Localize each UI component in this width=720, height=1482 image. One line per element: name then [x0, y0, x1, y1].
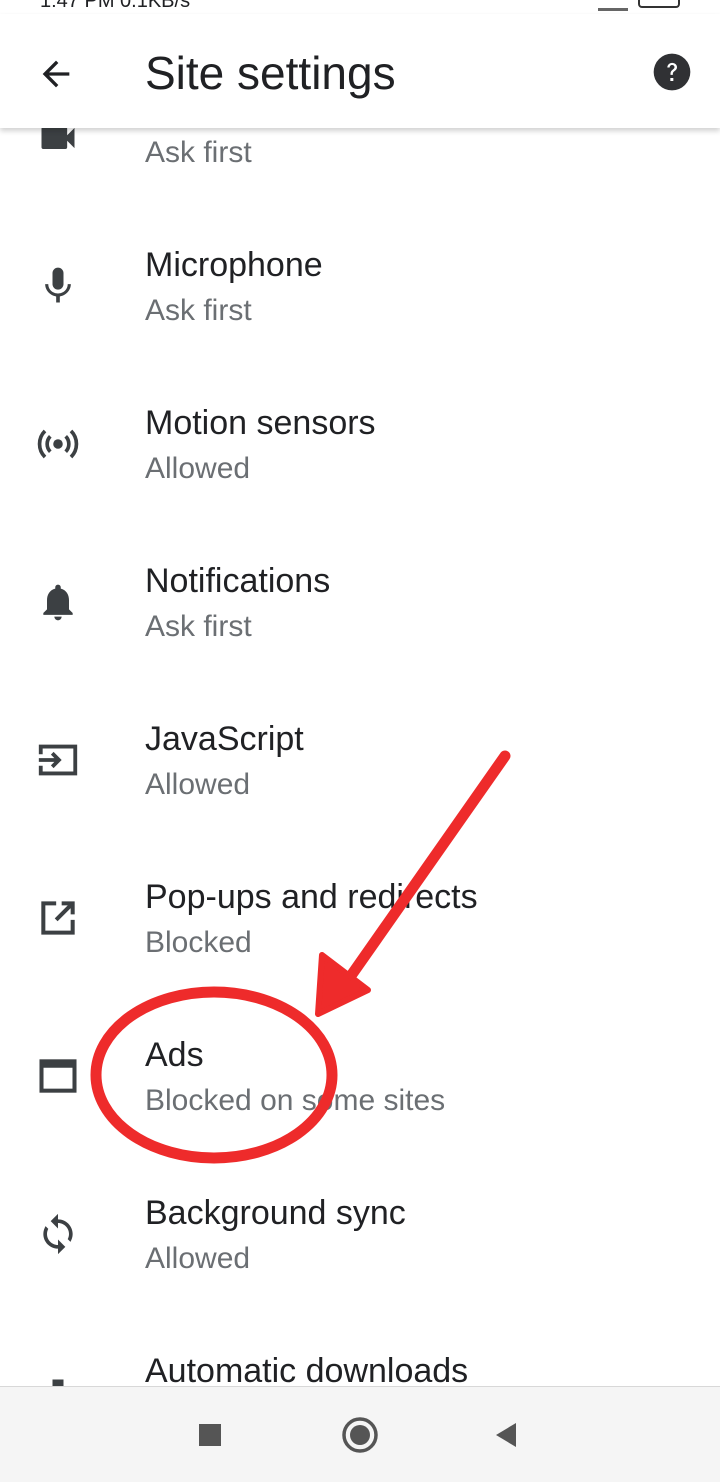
arrow-left-icon [42, 60, 70, 88]
motion-sensor-icon [32, 418, 84, 470]
back-nav-button[interactable] [480, 1409, 532, 1461]
bell-icon [32, 576, 84, 628]
back-button[interactable] [26, 44, 86, 104]
item-title: Microphone [145, 246, 323, 284]
circle-icon [342, 1417, 378, 1453]
site-settings-list: Ask first Microphone Ask first Motion se… [0, 128, 720, 1386]
toolbar: Site settings [0, 14, 720, 128]
list-item-camera[interactable]: Ask first [0, 128, 720, 212]
item-title: Motion sensors [145, 404, 376, 442]
item-title: Pop-ups and redirects [145, 878, 478, 916]
list-item-popups-redirects[interactable]: Pop-ups and redirects Blocked [0, 844, 720, 1002]
sync-icon [32, 1208, 84, 1260]
battery-icon [638, 0, 680, 8]
item-subtitle: Allowed [145, 452, 251, 485]
item-subtitle: Allowed [145, 1242, 251, 1275]
square-icon [199, 1424, 221, 1446]
item-subtitle: Ask first [145, 136, 252, 169]
open-in-new-icon [32, 892, 84, 944]
triangle-back-icon [496, 1423, 516, 1447]
item-title: Automatic downloads [145, 1352, 469, 1386]
ads-window-icon [32, 1050, 84, 1102]
item-title: JavaScript [145, 720, 304, 758]
item-subtitle: Allowed [145, 768, 251, 801]
signal-icon [598, 0, 628, 11]
list-item-javascript[interactable]: JavaScript Allowed [0, 686, 720, 844]
item-subtitle: Blocked [145, 926, 252, 959]
home-button[interactable] [334, 1409, 386, 1461]
help-circle-icon [653, 53, 691, 91]
list-item-background-sync[interactable]: Background sync Allowed [0, 1160, 720, 1318]
download-icon [32, 1370, 84, 1386]
list-item-ads[interactable]: Ads Blocked on some sites [0, 1002, 720, 1160]
microphone-icon [32, 260, 84, 312]
list-item-motion-sensors[interactable]: Motion sensors Allowed [0, 370, 720, 528]
status-time: 1:47 PM 0.1KB/s [40, 0, 191, 12]
item-subtitle: Ask first [145, 610, 252, 643]
page-title: Site settings [145, 47, 396, 99]
status-bar: 1:47 PM 0.1KB/s [0, 0, 720, 14]
javascript-icon [32, 734, 84, 786]
item-subtitle: Blocked on some sites [145, 1084, 446, 1117]
list-item-notifications[interactable]: Notifications Ask first [0, 528, 720, 686]
item-title: Notifications [145, 562, 331, 600]
item-title: Ads [145, 1036, 204, 1074]
item-subtitle: Ask first [145, 294, 252, 327]
list-item-automatic-downloads[interactable]: Automatic downloads [0, 1318, 720, 1386]
list-item-microphone[interactable]: Microphone Ask first [0, 212, 720, 370]
camera-icon [32, 128, 84, 164]
status-icons [598, 0, 680, 11]
system-nav-bar [0, 1386, 720, 1482]
recents-button[interactable] [184, 1409, 236, 1461]
help-button[interactable] [652, 52, 692, 92]
item-title: Background sync [145, 1194, 406, 1232]
